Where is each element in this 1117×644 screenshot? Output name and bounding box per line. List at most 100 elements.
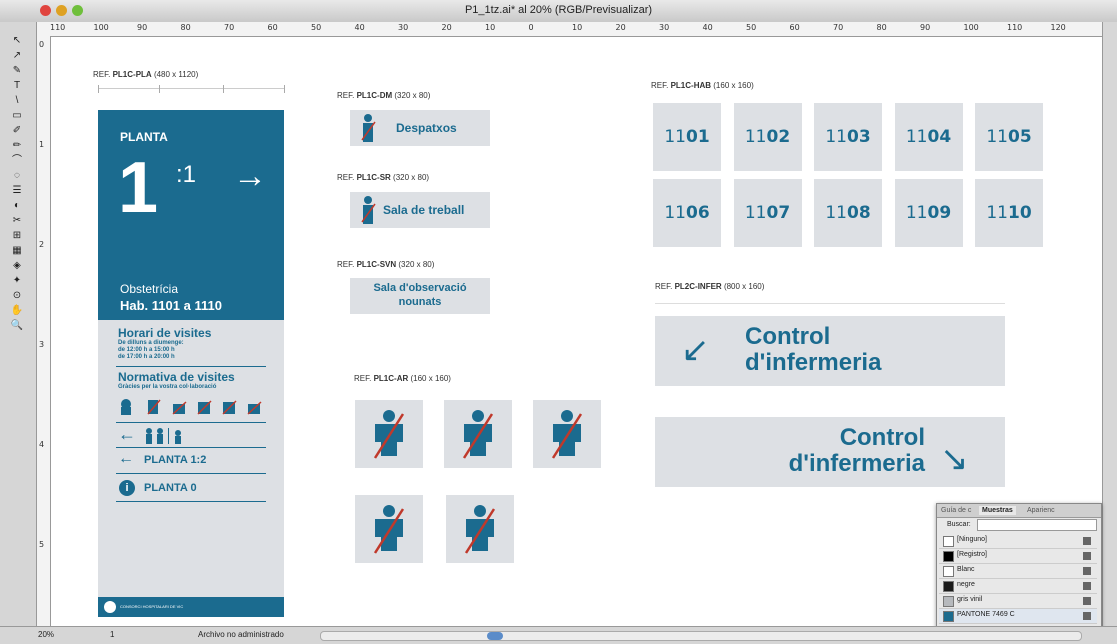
ruler-mark: 50 [311, 23, 322, 32]
swatch-type-icon [1083, 612, 1091, 620]
right-panel-strip[interactable] [1102, 22, 1117, 626]
room-prefix: 11 [744, 203, 767, 223]
tool-button-icon[interactable]: ⊞ [10, 229, 24, 243]
ruler-mark: 0 [528, 23, 534, 32]
swatch-name: gris vinil [957, 596, 983, 603]
swatch-item[interactable]: gris vinil [939, 594, 1097, 609]
infer-line2: d'infermeria [745, 349, 882, 376]
ref-label-hab: REF. PL1C-HAB (160 x 160) [651, 81, 754, 90]
sign-control-infermeria-left[interactable]: ↙ Control d'infermeria [655, 316, 1005, 386]
sign-room[interactable]: 1104 [894, 103, 963, 171]
tool-button-icon[interactable]: ✐ [10, 124, 24, 138]
no-person-icon [373, 505, 405, 554]
ruler-mark: 50 [746, 23, 757, 32]
ruler-mark: 100 [963, 23, 979, 32]
svn-label-2: nounats [398, 296, 442, 308]
tool-button-icon[interactable]: ✎ [10, 64, 24, 78]
swatch-item[interactable]: [Registro] [939, 549, 1097, 564]
swatch-search-input[interactable] [977, 519, 1097, 531]
tab-guia[interactable]: Guía de c [941, 507, 971, 514]
sign-sala-treball[interactable]: Sala de treball [350, 192, 490, 228]
sign-no-access[interactable] [446, 495, 514, 563]
room-prefix: 11 [986, 127, 1008, 147]
sign-sala-observacio[interactable]: Sala d'observació nounats [350, 278, 490, 314]
tool-button-icon[interactable]: ◌ [10, 169, 24, 183]
norms-subtitle: Gràcies per la vostra col·laboració [118, 384, 217, 390]
tool-button-icon[interactable]: ◐ [10, 199, 24, 213]
tool-button-icon[interactable]: ↖ [10, 34, 24, 48]
info-icon: i [119, 480, 135, 496]
tab-muestras[interactable]: Muestras [979, 506, 1016, 515]
sign-room[interactable]: 1106 [653, 179, 721, 247]
sign-room[interactable]: 1109 [894, 179, 963, 247]
horizontal-scrollbar[interactable] [320, 631, 1082, 641]
swatch-color [943, 536, 954, 547]
ruler-mark: 120 [1050, 23, 1066, 32]
swatch-color [943, 611, 954, 622]
sign-room[interactable]: 1108 [814, 179, 882, 247]
page-number[interactable]: 1 [110, 630, 114, 639]
tool-button-icon[interactable]: ⌒ [10, 154, 24, 168]
sign-room[interactable]: 1105 [975, 103, 1043, 171]
despatxos-label: Despatxos [396, 121, 457, 135]
vertical-ruler[interactable]: 0 1 2 3 4 5 [36, 36, 51, 626]
tool-button-icon[interactable]: ✋ [10, 304, 24, 318]
swatch-item[interactable]: Blanc [939, 564, 1097, 579]
sign-room[interactable]: 1107 [733, 179, 802, 247]
vruler-mark: 2 [39, 240, 45, 249]
tool-button-icon[interactable]: ✂ [10, 214, 24, 228]
window-title: P1_1tz.ai* al 20% (RGB/Previsualizar) [464, 4, 653, 16]
swatches-panel[interactable]: Guía de c Muestras Aparienc Buscar: [Nin… [936, 503, 1102, 642]
vruler-mark: 5 [39, 540, 45, 549]
swatch-item[interactable]: [Ninguno] [939, 534, 1097, 549]
tool-button-icon[interactable]: ↗ [10, 49, 24, 63]
scroll-thumb[interactable] [487, 632, 503, 640]
sign-lower-panel: Horari de visites De dilluns a diumenge:… [98, 320, 284, 617]
sign-no-access[interactable] [533, 400, 601, 468]
no-person-icon [464, 505, 496, 554]
window-title-bar: P1_1tz.ai* al 20% (RGB/Previsualizar) [0, 0, 1117, 23]
tool-button-icon[interactable]: ⊙ [10, 289, 24, 303]
sign-room[interactable]: 1102 [733, 103, 802, 171]
horizontal-ruler[interactable]: 110 100 90 80 70 60 50 40 30 20 10 0 10 20 30 40 50 60 70 8… [36, 22, 1102, 37]
arrow-left-icon-2: ← [118, 450, 134, 467]
room-suffix: 07 [766, 203, 791, 223]
swatch-item[interactable]: PANTONE 7469 C [939, 609, 1097, 624]
swatch-type-icon [1083, 537, 1091, 545]
ruler-mark: 90 [920, 23, 931, 32]
family-icon [144, 428, 204, 449]
sign-planta[interactable]: PLANTA 1 :1 → Obstetrícia Hab. 1101 a 11… [98, 110, 284, 617]
tool-button-icon[interactable]: ☰ [10, 184, 24, 198]
tab-apariencia[interactable]: Aparienc [1027, 507, 1055, 514]
sign-despatxos[interactable]: Despatxos [350, 110, 490, 146]
sign-room[interactable]: 1101 [653, 103, 721, 171]
zoom-level[interactable]: 20% [38, 630, 54, 639]
tool-button-icon[interactable]: \ [10, 94, 24, 108]
no-person-icon [373, 410, 405, 459]
tool-button-icon[interactable]: T [10, 79, 24, 93]
sign-control-infermeria-right[interactable]: Control d'infermeria ↘ [655, 417, 1005, 487]
sala-treball-label: Sala de treball [383, 203, 465, 217]
floor-number: 1 [118, 148, 159, 228]
person-icon [360, 114, 376, 147]
infer-right-line1: Control [839, 424, 925, 451]
tool-button-icon[interactable]: ▭ [10, 109, 24, 123]
arrow-left-icon: ← [118, 424, 136, 444]
svn-label-1: Sala d'observació [373, 282, 467, 294]
tool-button-icon[interactable]: 🔍 [10, 319, 24, 333]
sign-no-access[interactable] [355, 400, 423, 468]
tool-button-icon[interactable]: ▦ [10, 244, 24, 258]
visits-line-1: De dilluns a diumenge: [118, 340, 184, 346]
swatch-color [943, 551, 954, 562]
room-prefix: 11 [825, 203, 847, 223]
tool-button-icon[interactable]: ◈ [10, 259, 24, 273]
sign-room[interactable]: 1103 [814, 103, 882, 171]
floor-sub: :1 [176, 161, 197, 188]
tool-button-icon[interactable]: ✏ [10, 139, 24, 153]
sign-no-access[interactable] [355, 495, 423, 563]
tool-button-icon[interactable]: ✦ [10, 274, 24, 288]
sign-no-access[interactable] [444, 400, 512, 468]
swatch-item[interactable]: negre [939, 579, 1097, 594]
file-status: Archivo no administrado [198, 630, 284, 639]
sign-room[interactable]: 1110 [975, 179, 1043, 247]
